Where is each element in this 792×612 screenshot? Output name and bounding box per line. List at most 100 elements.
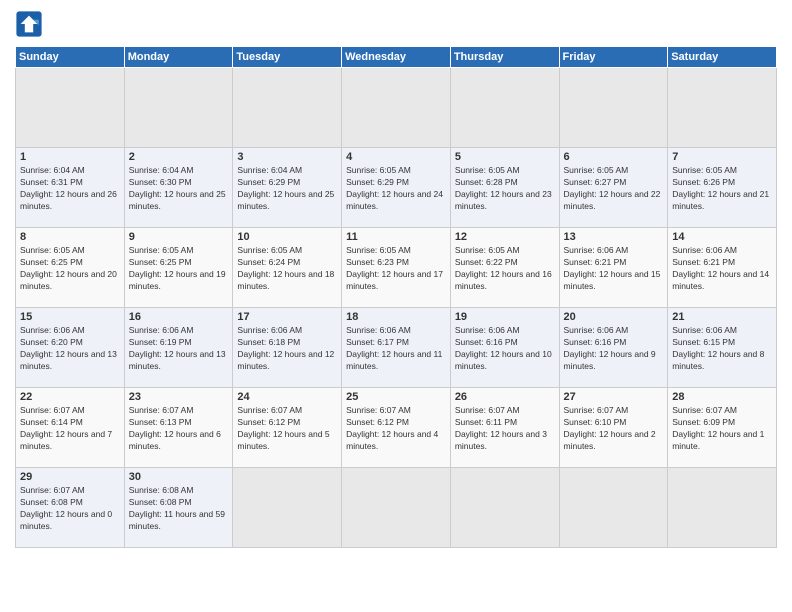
- day-number: 6: [564, 151, 664, 163]
- cell-info: Sunrise: 6:08 AMSunset: 6:08 PMDaylight:…: [129, 485, 229, 533]
- calendar-cell: 14 Sunrise: 6:06 AMSunset: 6:21 PMDayligh…: [668, 228, 777, 308]
- cell-info: Sunrise: 6:05 AMSunset: 6:22 PMDaylight:…: [455, 245, 555, 293]
- calendar-cell: 21 Sunrise: 6:06 AMSunset: 6:15 PMDayligh…: [668, 308, 777, 388]
- header-row: SundayMondayTuesdayWednesdayThursdayFrid…: [16, 47, 777, 68]
- cell-info: Sunrise: 6:07 AMSunset: 6:13 PMDaylight:…: [129, 405, 229, 453]
- day-number: 17: [237, 311, 337, 323]
- day-number: 22: [20, 391, 120, 403]
- day-number: 29: [20, 471, 120, 483]
- day-number: 24: [237, 391, 337, 403]
- calendar-cell: 19 Sunrise: 6:06 AMSunset: 6:16 PMDayligh…: [450, 308, 559, 388]
- calendar-cell: 13Sunrise: 6:06 AMSunset: 6:21 PMDayligh…: [559, 228, 668, 308]
- calendar-cell: 11Sunrise: 6:05 AMSunset: 6:23 PMDayligh…: [342, 228, 451, 308]
- calendar-cell: 25Sunrise: 6:07 AMSunset: 6:12 PMDayligh…: [342, 388, 451, 468]
- day-header-tuesday: Tuesday: [233, 47, 342, 68]
- logo: [15, 10, 47, 38]
- day-header-wednesday: Wednesday: [342, 47, 451, 68]
- day-number: 27: [564, 391, 664, 403]
- day-number: 21: [672, 311, 772, 323]
- calendar-cell: [668, 68, 777, 148]
- cell-info: Sunrise: 6:07 AMSunset: 6:12 PMDaylight:…: [346, 405, 446, 453]
- day-number: 14: [672, 231, 772, 243]
- day-header-sunday: Sunday: [16, 47, 125, 68]
- cell-info: Sunrise: 6:06 AMSunset: 6:16 PMDaylight:…: [455, 325, 555, 373]
- day-number: 8: [20, 231, 120, 243]
- cell-info: Sunrise: 6:05 AMSunset: 6:23 PMDaylight:…: [346, 245, 446, 293]
- calendar-cell: 24 Sunrise: 6:07 AMSunset: 6:12 PMDayligh…: [233, 388, 342, 468]
- cell-info: Sunrise: 6:07 AMSunset: 6:11 PMDaylight:…: [455, 405, 555, 453]
- cell-info: Sunrise: 6:06 AMSunset: 6:19 PMDaylight:…: [129, 325, 229, 373]
- calendar-cell: [16, 68, 125, 148]
- calendar-cell: [342, 468, 451, 548]
- day-number: 9: [129, 231, 229, 243]
- cell-info: Sunrise: 6:07 AMSunset: 6:08 PMDaylight:…: [20, 485, 120, 533]
- day-number: 23: [129, 391, 229, 403]
- calendar-cell: 22 Sunrise: 6:07 AMSunset: 6:14 PMDayligh…: [16, 388, 125, 468]
- calendar-cell: 10 Sunrise: 6:05 AMSunset: 6:24 PMDayligh…: [233, 228, 342, 308]
- cell-info: Sunrise: 6:05 AMSunset: 6:27 PMDaylight:…: [564, 165, 664, 213]
- calendar-cell: [233, 68, 342, 148]
- day-number: 16: [129, 311, 229, 323]
- day-number: 3: [237, 151, 337, 163]
- cell-info: Sunrise: 6:07 AMSunset: 6:12 PMDaylight:…: [237, 405, 337, 453]
- calendar-cell: 17 Sunrise: 6:06 AMSunset: 6:18 PMDayligh…: [233, 308, 342, 388]
- calendar-cell: 12 Sunrise: 6:05 AMSunset: 6:22 PMDayligh…: [450, 228, 559, 308]
- calendar-cell: [450, 68, 559, 148]
- cell-info: Sunrise: 6:06 AMSunset: 6:21 PMDaylight:…: [672, 245, 772, 293]
- calendar-cell: 29 Sunrise: 6:07 AMSunset: 6:08 PMDayligh…: [16, 468, 125, 548]
- calendar-cell: 16 Sunrise: 6:06 AMSunset: 6:19 PMDayligh…: [124, 308, 233, 388]
- week-row-3: 8 Sunrise: 6:05 AMSunset: 6:25 PMDaylight…: [16, 228, 777, 308]
- calendar-cell: 5Sunrise: 6:05 AMSunset: 6:28 PMDaylight…: [450, 148, 559, 228]
- calendar-cell: [124, 68, 233, 148]
- logo-icon: [15, 10, 43, 38]
- day-number: 19: [455, 311, 555, 323]
- day-header-monday: Monday: [124, 47, 233, 68]
- cell-info: Sunrise: 6:06 AMSunset: 6:18 PMDaylight:…: [237, 325, 337, 373]
- calendar-cell: 30Sunrise: 6:08 AMSunset: 6:08 PMDayligh…: [124, 468, 233, 548]
- cell-info: Sunrise: 6:05 AMSunset: 6:29 PMDaylight:…: [346, 165, 446, 213]
- cell-info: Sunrise: 6:05 AMSunset: 6:26 PMDaylight:…: [672, 165, 772, 213]
- calendar-cell: 27Sunrise: 6:07 AMSunset: 6:10 PMDayligh…: [559, 388, 668, 468]
- week-row-1: [16, 68, 777, 148]
- header: [15, 10, 777, 38]
- day-number: 18: [346, 311, 446, 323]
- cell-info: Sunrise: 6:05 AMSunset: 6:25 PMDaylight:…: [129, 245, 229, 293]
- calendar-cell: 1Sunrise: 6:04 AMSunset: 6:31 PMDaylight…: [16, 148, 125, 228]
- calendar-cell: 4 Sunrise: 6:05 AMSunset: 6:29 PMDaylight…: [342, 148, 451, 228]
- cell-info: Sunrise: 6:05 AMSunset: 6:25 PMDaylight:…: [20, 245, 120, 293]
- page: SundayMondayTuesdayWednesdayThursdayFrid…: [0, 0, 792, 612]
- calendar-table: SundayMondayTuesdayWednesdayThursdayFrid…: [15, 46, 777, 548]
- cell-info: Sunrise: 6:06 AMSunset: 6:16 PMDaylight:…: [564, 325, 664, 373]
- calendar-cell: 8 Sunrise: 6:05 AMSunset: 6:25 PMDaylight…: [16, 228, 125, 308]
- day-number: 28: [672, 391, 772, 403]
- cell-info: Sunrise: 6:04 AMSunset: 6:29 PMDaylight:…: [237, 165, 337, 213]
- cell-info: Sunrise: 6:07 AMSunset: 6:14 PMDaylight:…: [20, 405, 120, 453]
- calendar-cell: 9 Sunrise: 6:05 AMSunset: 6:25 PMDaylight…: [124, 228, 233, 308]
- calendar-cell: 3 Sunrise: 6:04 AMSunset: 6:29 PMDaylight…: [233, 148, 342, 228]
- cell-info: Sunrise: 6:06 AMSunset: 6:20 PMDaylight:…: [20, 325, 120, 373]
- day-number: 15: [20, 311, 120, 323]
- day-header-friday: Friday: [559, 47, 668, 68]
- day-number: 10: [237, 231, 337, 243]
- cell-info: Sunrise: 6:06 AMSunset: 6:15 PMDaylight:…: [672, 325, 772, 373]
- calendar-cell: 6 Sunrise: 6:05 AMSunset: 6:27 PMDaylight…: [559, 148, 668, 228]
- week-row-2: 1Sunrise: 6:04 AMSunset: 6:31 PMDaylight…: [16, 148, 777, 228]
- calendar-cell: 28 Sunrise: 6:07 AMSunset: 6:09 PMDayligh…: [668, 388, 777, 468]
- day-number: 26: [455, 391, 555, 403]
- calendar-cell: 20Sunrise: 6:06 AMSunset: 6:16 PMDayligh…: [559, 308, 668, 388]
- cell-info: Sunrise: 6:05 AMSunset: 6:24 PMDaylight:…: [237, 245, 337, 293]
- cell-info: Sunrise: 6:07 AMSunset: 6:09 PMDaylight:…: [672, 405, 772, 453]
- calendar-cell: 26 Sunrise: 6:07 AMSunset: 6:11 PMDayligh…: [450, 388, 559, 468]
- calendar-cell: 23 Sunrise: 6:07 AMSunset: 6:13 PMDayligh…: [124, 388, 233, 468]
- week-row-5: 22 Sunrise: 6:07 AMSunset: 6:14 PMDayligh…: [16, 388, 777, 468]
- day-number: 13: [564, 231, 664, 243]
- week-row-4: 15 Sunrise: 6:06 AMSunset: 6:20 PMDayligh…: [16, 308, 777, 388]
- day-number: 5: [455, 151, 555, 163]
- calendar-cell: [450, 468, 559, 548]
- day-number: 4: [346, 151, 446, 163]
- calendar-cell: [342, 68, 451, 148]
- calendar-cell: [668, 468, 777, 548]
- day-number: 2: [129, 151, 229, 163]
- day-number: 12: [455, 231, 555, 243]
- calendar-cell: 15 Sunrise: 6:06 AMSunset: 6:20 PMDayligh…: [16, 308, 125, 388]
